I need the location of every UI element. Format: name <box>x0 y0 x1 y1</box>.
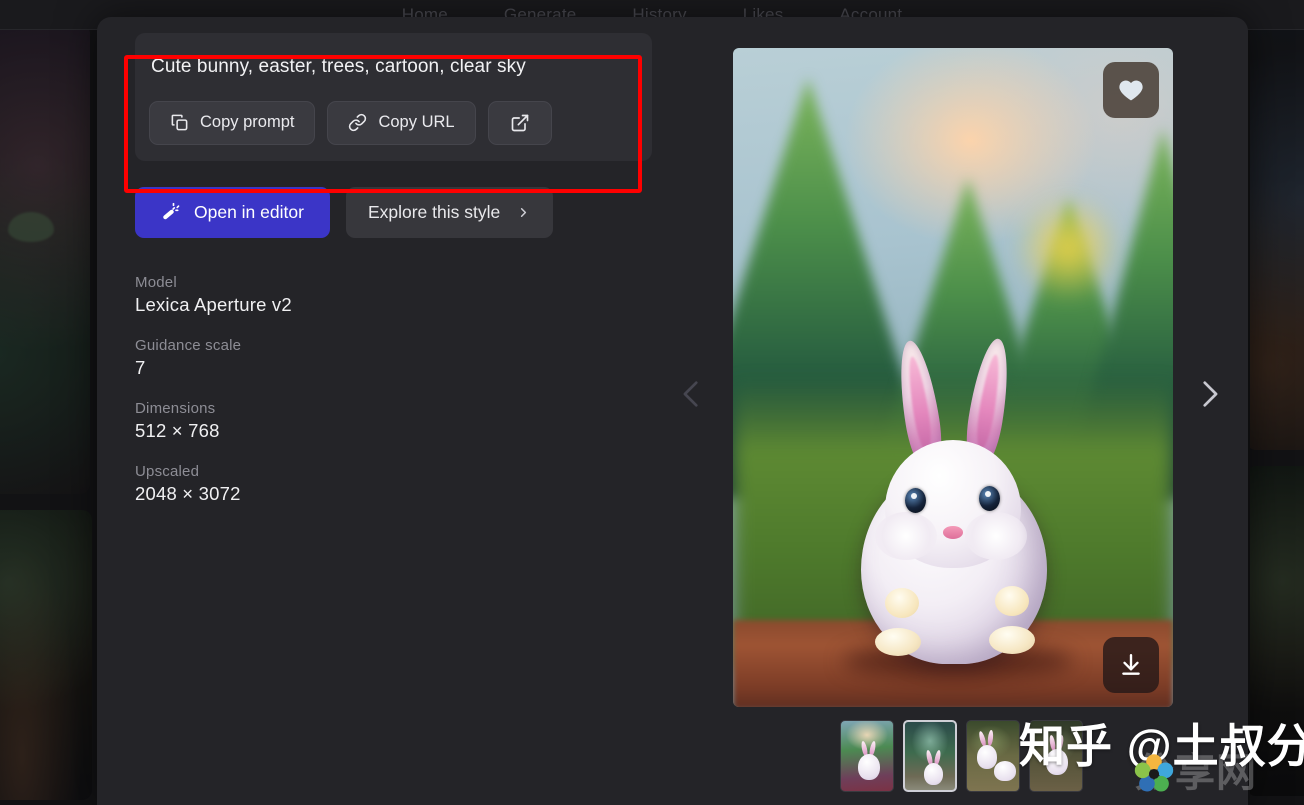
metadata-label: Upscaled <box>135 462 200 480</box>
generated-artwork <box>733 48 1173 707</box>
thumbnail-4[interactable] <box>1029 720 1083 792</box>
previous-image-button[interactable] <box>670 366 714 422</box>
copy-prompt-button[interactable]: Copy prompt <box>149 100 316 145</box>
metadata-item-model: Model Lexica Aperture v2 <box>135 274 695 316</box>
metadata-label: Guidance scale <box>135 336 242 354</box>
metadata-value: 2048 × 3072 <box>135 482 241 504</box>
prompt-card: Cute bunny, easter, trees, cartoon, clea… <box>135 33 652 161</box>
screenshot-root: Home Generate History Likes Account Cute… <box>0 0 1304 805</box>
copy-icon <box>170 113 189 132</box>
thumbnail-2[interactable] <box>903 720 957 792</box>
magic-wand-icon <box>161 202 181 222</box>
metadata-item-dimensions: Dimensions 512 × 768 <box>135 400 695 442</box>
open-in-editor-label: Open in editor <box>194 201 304 222</box>
details-column: Cute bunny, easter, trees, cartoon, clea… <box>135 33 695 526</box>
primary-action-row: Open in editor Explore this style <box>135 186 695 238</box>
external-link-icon <box>510 113 530 133</box>
metadata-label: Dimensions <box>135 399 216 417</box>
chevron-right-icon <box>516 205 531 220</box>
explore-this-style-label: Explore this style <box>367 201 501 222</box>
metadata-value: 7 <box>135 356 146 378</box>
thumbnail-1[interactable] <box>840 720 894 792</box>
chevron-left-icon <box>675 373 709 415</box>
copy-prompt-label: Copy prompt <box>200 113 295 132</box>
explore-this-style-button[interactable]: Explore this style <box>345 186 554 238</box>
thumbnail-strip <box>840 720 1083 792</box>
like-button[interactable] <box>1103 62 1159 118</box>
metadata-label: Model <box>135 273 177 291</box>
prompt-actions: Copy prompt Copy URL <box>149 100 638 145</box>
metadata-list: Model Lexica Aperture v2 Guidance scale … <box>135 274 695 505</box>
background-card <box>0 510 92 800</box>
metadata-item-guidance-scale: Guidance scale 7 <box>135 337 695 379</box>
prompt-text: Cute bunny, easter, trees, cartoon, clea… <box>151 56 526 77</box>
heart-icon <box>1118 77 1144 103</box>
background-column-left <box>0 0 92 805</box>
next-image-button[interactable] <box>1187 366 1231 422</box>
link-icon <box>348 113 367 132</box>
background-column-right <box>1250 0 1304 805</box>
image-detail-modal: Cute bunny, easter, trees, cartoon, clea… <box>97 17 1248 805</box>
chevron-right-icon <box>1192 373 1226 415</box>
metadata-item-upscaled: Upscaled 2048 × 3072 <box>135 463 695 505</box>
thumbnail-3[interactable] <box>966 720 1020 792</box>
open-external-button[interactable] <box>487 100 552 145</box>
metadata-value: 512 × 768 <box>135 419 220 441</box>
background-card <box>1250 30 1304 450</box>
open-in-editor-button[interactable]: Open in editor <box>135 186 330 238</box>
download-icon <box>1118 652 1144 678</box>
background-card <box>0 24 90 494</box>
copy-url-label: Copy URL <box>378 113 455 132</box>
download-button[interactable] <box>1103 637 1159 693</box>
image-preview-panel <box>733 48 1173 707</box>
metadata-value: Lexica Aperture v2 <box>135 293 292 315</box>
background-card <box>1250 466 1304 796</box>
copy-url-button[interactable]: Copy URL <box>327 100 476 145</box>
